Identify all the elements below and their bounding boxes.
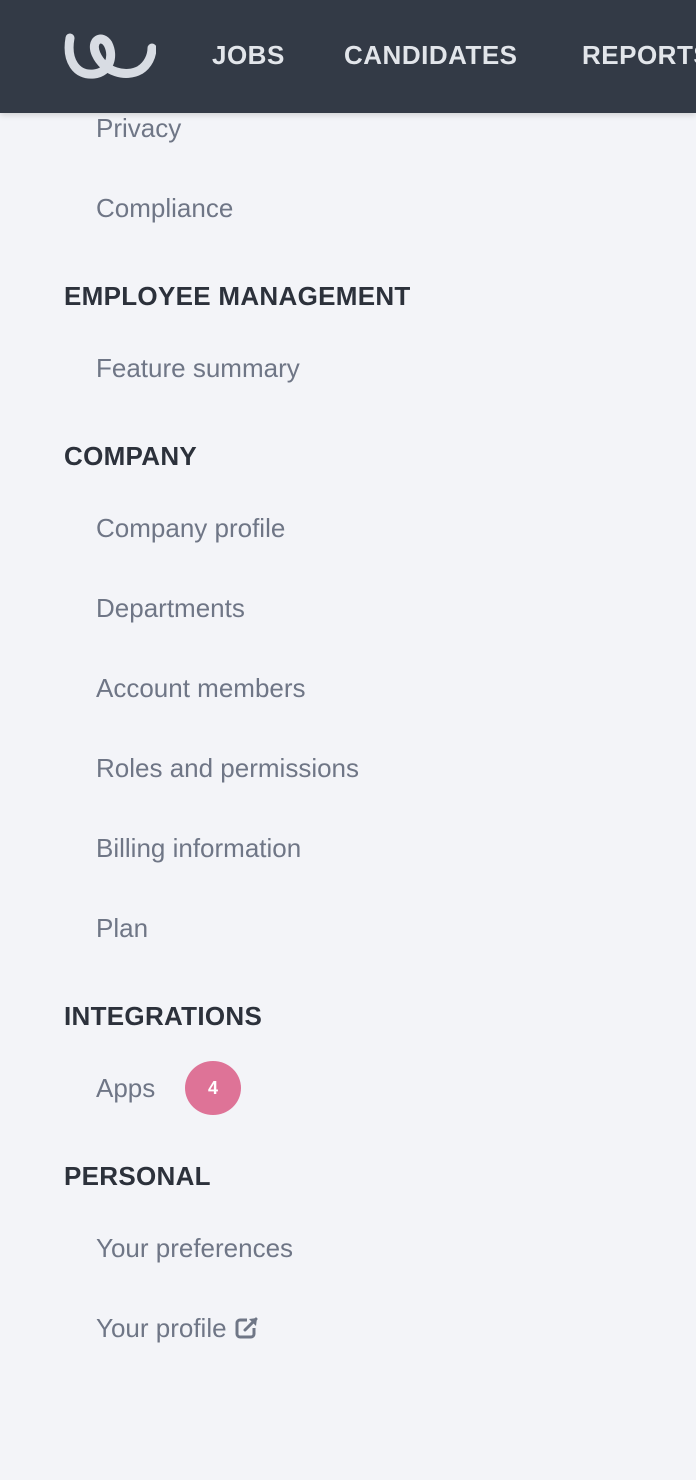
- nav-jobs[interactable]: JOBS: [212, 40, 285, 71]
- top-navigation-bar: JOBS CANDIDATES REPORTS: [0, 0, 696, 113]
- sidebar-item-company-profile[interactable]: Company profile: [96, 513, 285, 543]
- nav-reports[interactable]: REPORTS: [582, 40, 696, 71]
- section-heading-company: COMPANY: [64, 441, 198, 471]
- sidebar-item-account-members[interactable]: Account members: [96, 673, 306, 703]
- sidebar-item-compliance[interactable]: Compliance: [96, 193, 233, 223]
- sidebar-item-your-profile[interactable]: Your profile: [96, 1313, 259, 1343]
- section-heading-integrations: INTEGRATIONS: [64, 1001, 263, 1031]
- sidebar-item-label: Your profile: [96, 1313, 227, 1343]
- nav-candidates[interactable]: CANDIDATES: [344, 40, 518, 71]
- sidebar-item-your-preferences[interactable]: Your preferences: [96, 1233, 293, 1263]
- apps-count-badge: 4: [185, 1061, 241, 1115]
- sidebar-item-plan[interactable]: Plan: [96, 913, 148, 943]
- external-link-icon: [235, 1317, 258, 1339]
- brand-logo-icon[interactable]: [64, 30, 156, 80]
- sidebar-item-departments[interactable]: Departments: [96, 593, 245, 623]
- section-heading-employee-management: EMPLOYEE MANAGEMENT: [64, 281, 411, 311]
- sidebar-item-feature-summary[interactable]: Feature summary: [96, 353, 300, 383]
- section-heading-personal: PERSONAL: [64, 1161, 211, 1191]
- sidebar-item-privacy[interactable]: Privacy: [96, 113, 181, 143]
- sidebar-item-billing-information[interactable]: Billing information: [96, 833, 301, 863]
- sidebar-item-apps[interactable]: Apps: [96, 1073, 155, 1103]
- sidebar-item-roles-and-permissions[interactable]: Roles and permissions: [96, 753, 359, 783]
- settings-sidebar: Privacy Compliance EMPLOYEE MANAGEMENT F…: [0, 113, 696, 1480]
